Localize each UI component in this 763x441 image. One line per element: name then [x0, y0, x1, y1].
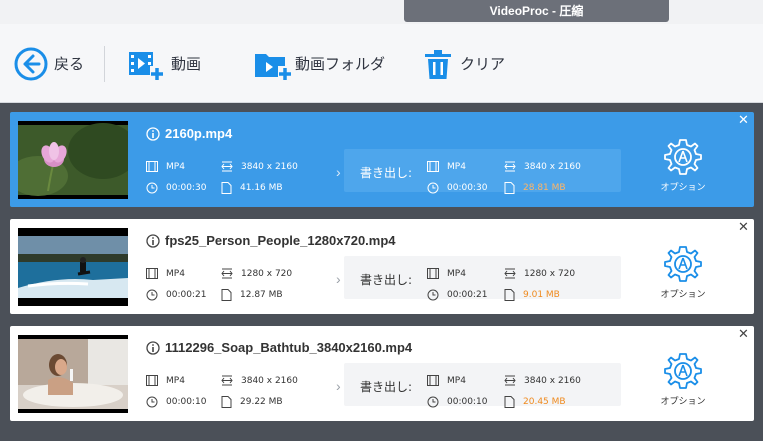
output-format: MP4	[427, 268, 466, 279]
options-button[interactable]: オプション	[658, 352, 708, 408]
file-name: 2160p.mp4	[146, 126, 232, 141]
output-duration: 00:00:10	[427, 396, 487, 408]
source-size: 12.87 MB	[221, 289, 283, 301]
output-resolution: 3840 x 2160	[504, 375, 581, 386]
clear-button[interactable]: クリア	[424, 24, 505, 103]
add-video-label: 動画	[171, 55, 202, 73]
output-resolution: 3840 x 2160	[504, 161, 581, 172]
file-list: ✕ 2160p.mp4 MP4 3840 x 2160 00:00:30 41.…	[0, 104, 763, 441]
output-size: 28.81 MB	[504, 182, 566, 194]
file-card[interactable]: ✕ fps25_Person_People_1280x720.mp4 MP4 1…	[10, 219, 754, 314]
film-icon	[427, 268, 439, 279]
source-size: 29.22 MB	[221, 396, 283, 408]
output-format: MP4	[427, 375, 466, 386]
add-video-button[interactable]: 動画	[127, 24, 201, 103]
video-thumbnail	[18, 121, 128, 199]
trash-icon	[425, 49, 451, 79]
clock-icon	[427, 289, 439, 301]
export-label: 書き出し:	[360, 273, 413, 287]
resolution-icon	[221, 161, 233, 172]
back-label: 戻る	[54, 55, 85, 73]
export-label: 書き出し:	[360, 166, 413, 180]
file-size-icon	[504, 396, 515, 408]
source-format: MP4	[146, 161, 185, 172]
remove-file-icon[interactable]: ✕	[737, 327, 750, 340]
file-size-icon	[504, 289, 515, 301]
options-button[interactable]: オプション	[658, 245, 708, 301]
source-size: 41.16 MB	[221, 182, 283, 194]
file-card[interactable]: ✕ 2160p.mp4 MP4 3840 x 2160 00:00:30 41.…	[10, 112, 754, 207]
options-button[interactable]: オプション	[658, 138, 708, 194]
source-resolution: 1280 x 720	[221, 268, 292, 279]
film-icon	[146, 268, 158, 279]
gear-icon	[664, 353, 702, 389]
title-bar: VideoProc - 圧縮	[0, 0, 763, 24]
source-resolution: 3840 x 2160	[221, 161, 298, 172]
add-folder-icon	[255, 53, 293, 81]
file-card[interactable]: ✕ 1112296_Soap_Bathtub_3840x2160.mp4 MP4…	[10, 326, 754, 421]
source-duration: 00:00:10	[146, 396, 206, 408]
toolbar-divider	[104, 46, 105, 82]
source-format: MP4	[146, 375, 185, 386]
resolution-icon	[221, 268, 233, 279]
options-label: オプション	[660, 397, 706, 407]
source-duration: 00:00:30	[146, 182, 206, 194]
film-icon	[427, 161, 439, 172]
output-duration: 00:00:21	[427, 289, 487, 301]
info-icon[interactable]	[146, 340, 160, 355]
gear-icon	[664, 139, 702, 175]
film-icon	[146, 375, 158, 386]
back-arrow-icon	[14, 47, 48, 80]
file-name: fps25_Person_People_1280x720.mp4	[146, 233, 396, 248]
resolution-icon	[504, 375, 516, 386]
file-name: 1112296_Soap_Bathtub_3840x2160.mp4	[146, 340, 412, 355]
remove-file-icon[interactable]: ✕	[737, 220, 750, 233]
source-resolution: 3840 x 2160	[221, 375, 298, 386]
output-arrow-icon: ›	[336, 164, 341, 180]
remove-file-icon[interactable]: ✕	[737, 113, 750, 126]
output-format: MP4	[427, 161, 466, 172]
output-size: 9.01 MB	[504, 289, 560, 301]
add-video-folder-button[interactable]: 動画フォルダ	[253, 24, 385, 103]
source-duration: 00:00:21	[146, 289, 206, 301]
toolbar: 戻る 動画 動画フォルダ クリア	[0, 24, 763, 103]
clock-icon	[146, 182, 158, 194]
info-icon[interactable]	[146, 233, 160, 248]
resolution-icon	[504, 161, 516, 172]
options-label: オプション	[660, 290, 706, 300]
options-label: オプション	[660, 183, 706, 193]
file-size-icon	[221, 396, 232, 408]
file-size-icon	[221, 182, 232, 194]
add-video-icon	[129, 51, 164, 80]
output-arrow-icon: ›	[336, 378, 341, 394]
video-thumbnail	[18, 228, 128, 306]
resolution-icon	[221, 375, 233, 386]
film-icon	[146, 161, 158, 172]
add-folder-label: 動画フォルダ	[295, 55, 386, 73]
output-arrow-icon: ›	[336, 271, 341, 287]
film-icon	[427, 375, 439, 386]
video-thumbnail	[18, 335, 128, 413]
window-title: VideoProc - 圧縮	[404, 0, 669, 22]
export-label: 書き出し:	[360, 380, 413, 394]
output-size: 20.45 MB	[504, 396, 566, 408]
clock-icon	[146, 396, 158, 408]
clock-icon	[146, 289, 158, 301]
clock-icon	[427, 396, 439, 408]
resolution-icon	[504, 268, 516, 279]
output-duration: 00:00:30	[427, 182, 487, 194]
info-icon[interactable]	[146, 126, 160, 141]
source-format: MP4	[146, 268, 185, 279]
clock-icon	[427, 182, 439, 194]
clear-label: クリア	[460, 55, 506, 73]
file-size-icon	[504, 182, 515, 194]
output-resolution: 1280 x 720	[504, 268, 575, 279]
back-button[interactable]: 戻る	[14, 24, 84, 103]
file-size-icon	[221, 289, 232, 301]
gear-icon	[664, 246, 702, 282]
